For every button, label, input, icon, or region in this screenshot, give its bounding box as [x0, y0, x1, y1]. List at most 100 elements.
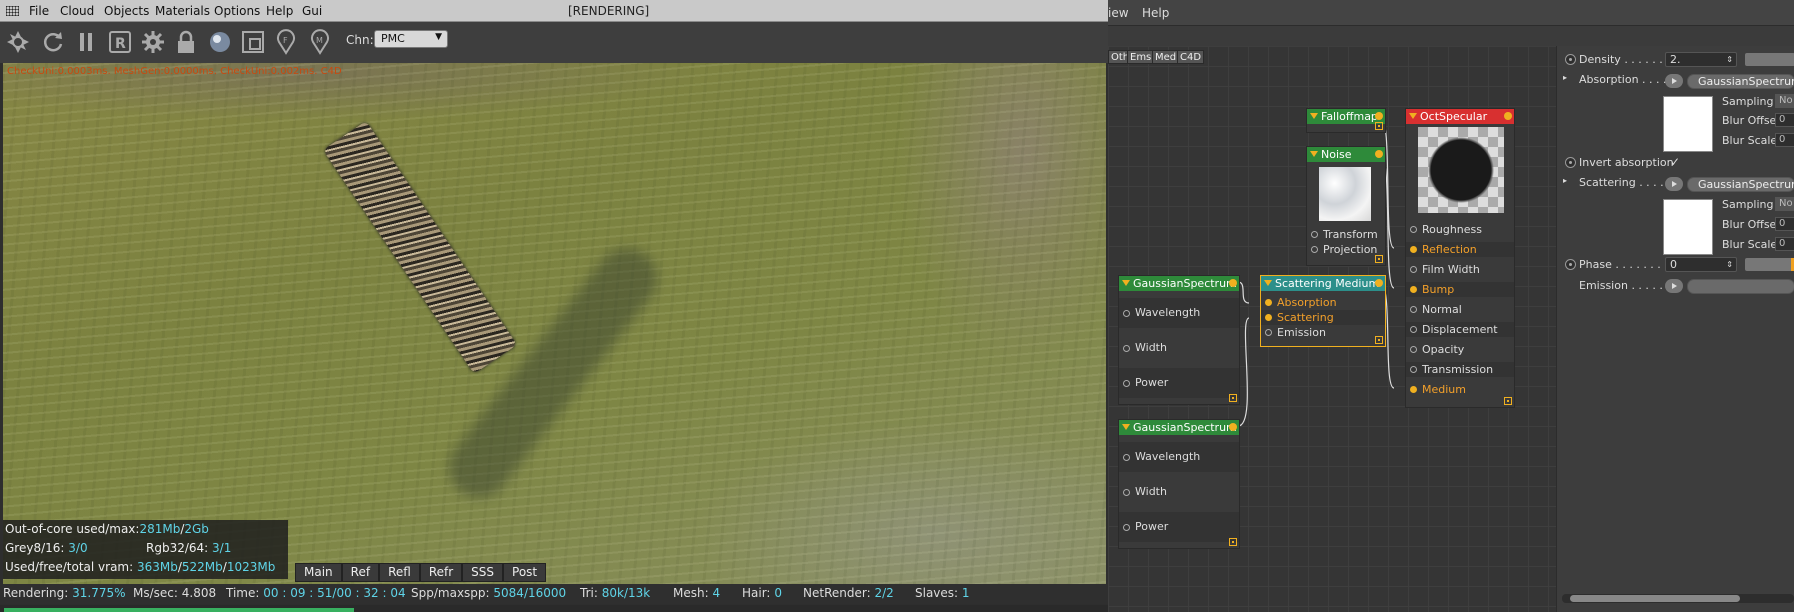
node-tab-c4d[interactable]: C4D [1177, 50, 1205, 64]
spinner-arrows-icon[interactable]: ⇕ [1726, 258, 1733, 271]
output-pin-icon[interactable] [1375, 279, 1383, 287]
input-pin-icon[interactable] [1410, 386, 1417, 393]
pause-icon[interactable] [72, 28, 100, 56]
menu-objects[interactable]: Objects [104, 4, 149, 18]
output-pin-icon[interactable] [1375, 112, 1383, 120]
input-pin-icon[interactable] [1123, 454, 1130, 461]
expand-arrow-icon[interactable]: ▸ [1563, 176, 1567, 185]
sampling-dropdown[interactable]: No [1775, 197, 1794, 211]
invert-absorption-checkbox[interactable]: ✓ [1670, 155, 1680, 169]
port-width[interactable]: Width [1119, 333, 1239, 363]
port-projection[interactable]: Projection [1307, 242, 1385, 257]
density-slider[interactable] [1745, 53, 1794, 66]
port-wavelength[interactable]: Wavelength [1119, 298, 1239, 328]
emission-link-button[interactable] [1665, 279, 1683, 293]
output-pin-icon[interactable] [1375, 150, 1383, 158]
node-editor-canvas[interactable]: Oth Ems Med C4D Falloffmap Noise Transfo… [1108, 46, 1556, 612]
menu-help[interactable]: Help [266, 4, 293, 18]
tab-refr[interactable]: Refr [419, 563, 463, 582]
input-pin-icon[interactable] [1123, 380, 1130, 387]
node-header[interactable]: Scattering Medium [1261, 276, 1385, 291]
tab-ref[interactable]: Ref [341, 563, 380, 582]
blur-offset-field[interactable]: 0 % [1775, 113, 1794, 127]
expand-icon[interactable] [1229, 394, 1237, 402]
input-pin-icon[interactable] [1123, 489, 1130, 496]
expand-icon[interactable] [1375, 255, 1383, 263]
tab-refl[interactable]: Refl [379, 563, 420, 582]
tab-main[interactable]: Main [295, 563, 342, 582]
input-pin-icon[interactable] [1123, 345, 1130, 352]
port-wavelength[interactable]: Wavelength [1119, 442, 1239, 472]
output-pin-icon[interactable] [1229, 423, 1237, 431]
density-keyframe-radio[interactable] [1565, 54, 1576, 65]
port-displacement[interactable]: Displacement [1406, 322, 1514, 337]
port-film-width[interactable]: Film Width [1406, 262, 1514, 277]
material-pin-icon[interactable]: M [306, 28, 334, 56]
input-pin-icon[interactable] [1410, 366, 1417, 373]
emission-shader-link[interactable] [1687, 279, 1794, 294]
port-width[interactable]: Width [1119, 477, 1239, 507]
port-power[interactable]: Power [1119, 368, 1239, 398]
refresh-icon[interactable] [39, 28, 67, 56]
node-header[interactable]: GaussianSpectrum [1119, 276, 1239, 291]
output-pin-icon[interactable] [1504, 112, 1512, 120]
port-medium[interactable]: Medium [1406, 382, 1514, 397]
node-header[interactable]: Falloffmap [1307, 109, 1385, 124]
blur-scale-field[interactable]: 0 % [1775, 133, 1794, 147]
phase-field[interactable]: 0 ⇕ [1665, 257, 1737, 272]
menu-options[interactable]: Options [214, 4, 260, 18]
menu-file[interactable]: File [29, 4, 49, 18]
material-ball-icon[interactable] [206, 28, 234, 56]
node-gaussianspectrum-1[interactable]: GaussianSpectrum Wavelength Width Power [1118, 275, 1240, 405]
port-opacity[interactable]: Opacity [1406, 342, 1514, 357]
collapse-icon[interactable] [1264, 280, 1272, 286]
blur-offset-field[interactable]: 0 % [1775, 217, 1794, 231]
node-tab-emission[interactable]: Ems [1127, 50, 1155, 64]
expand-icon[interactable] [1375, 336, 1383, 344]
port-absorption[interactable]: Absorption [1261, 295, 1385, 310]
channel-select[interactable]: PMC ▼ [374, 30, 448, 48]
node-header[interactable]: GaussianSpectrum [1119, 420, 1239, 435]
node-noise[interactable]: Noise Transform Projection [1306, 146, 1386, 266]
input-pin-icon[interactable] [1410, 266, 1417, 273]
port-emission[interactable]: Emission [1261, 325, 1385, 340]
phase-slider[interactable] [1745, 258, 1794, 271]
scattering-shader-link[interactable]: GaussianSpectrum [1687, 177, 1794, 192]
expand-arrow-icon[interactable]: ▸ [1563, 73, 1567, 82]
port-power[interactable]: Power [1119, 512, 1239, 542]
input-pin-icon[interactable] [1410, 246, 1417, 253]
node-gaussianspectrum-2[interactable]: GaussianSpectrum Wavelength Width Power [1118, 419, 1240, 549]
menu-help-editor[interactable]: Help [1142, 6, 1169, 20]
input-pin-icon[interactable] [1265, 314, 1272, 321]
gear-icon[interactable] [139, 28, 167, 56]
crop-icon[interactable] [239, 28, 267, 56]
output-pin-icon[interactable] [1229, 279, 1237, 287]
focus-pin-icon[interactable]: F [272, 28, 300, 56]
input-pin-icon[interactable] [1311, 246, 1318, 253]
port-normal[interactable]: Normal [1406, 302, 1514, 317]
invert-keyframe-radio[interactable] [1565, 157, 1576, 168]
port-bump[interactable]: Bump [1406, 282, 1514, 297]
port-transform[interactable]: Transform [1307, 227, 1385, 242]
port-reflection[interactable]: Reflection [1406, 242, 1514, 257]
menu-view[interactable]: iew [1108, 6, 1129, 20]
phase-keyframe-radio[interactable] [1565, 259, 1576, 270]
input-pin-icon[interactable] [1410, 326, 1417, 333]
tab-sss[interactable]: SSS [462, 563, 504, 582]
render-viewport[interactable]: CheckUni:0.0003ms. MeshGen:0.0000ms. Che… [3, 63, 1106, 585]
input-pin-icon[interactable] [1123, 524, 1130, 531]
node-octspecular[interactable]: OctSpecular Roughness Reflection Film Wi… [1405, 108, 1515, 408]
collapse-icon[interactable] [1409, 113, 1417, 119]
input-pin-icon[interactable] [1265, 329, 1272, 336]
input-pin-icon[interactable] [1123, 310, 1130, 317]
absorption-shader-link[interactable]: GaussianSpectrum [1687, 74, 1794, 89]
absorption-link-button[interactable] [1665, 74, 1683, 88]
input-pin-icon[interactable] [1410, 286, 1417, 293]
window-grip-icon[interactable] [6, 6, 19, 16]
input-pin-icon[interactable] [1410, 226, 1417, 233]
node-scattering-medium[interactable]: Scattering Medium Absorption Scattering … [1260, 275, 1386, 347]
scattering-link-button[interactable] [1665, 177, 1683, 191]
node-falloffmap[interactable]: Falloffmap [1306, 108, 1386, 133]
expand-icon[interactable] [1229, 538, 1237, 546]
attributes-scrollbar[interactable] [1562, 594, 1794, 603]
